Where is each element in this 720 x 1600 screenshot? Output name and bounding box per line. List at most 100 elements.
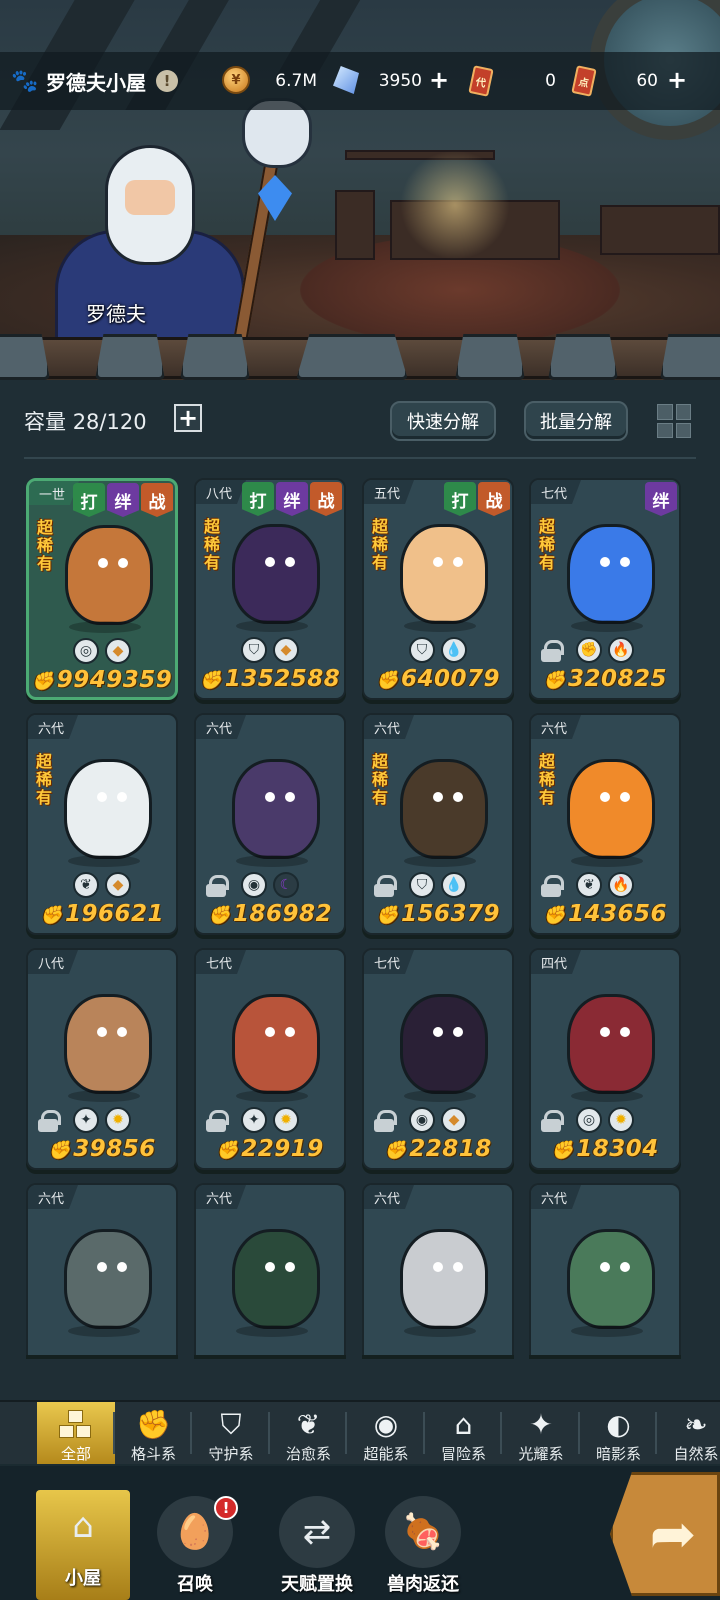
- generation-label: 六代: [531, 715, 582, 739]
- shield-icon: ⛉: [241, 637, 267, 663]
- creature-art: [232, 994, 320, 1094]
- pet-card[interactable]: 一世打绊战超稀有 ◎ ◆ ✊9949359: [26, 478, 178, 700]
- pet-card[interactable]: 六代: [26, 1183, 178, 1355]
- leaf-icon: ❦: [296, 1408, 321, 1441]
- ticket-plus-button[interactable]: +: [664, 66, 690, 94]
- npc-wizard[interactable]: [55, 135, 245, 350]
- nav-label: 小屋: [65, 1568, 101, 1589]
- pet-card[interactable]: 六代: [194, 1183, 346, 1355]
- nature-icon: ❧: [684, 1408, 708, 1441]
- element-icons: ◉ ☾: [196, 872, 344, 898]
- category-tab-1[interactable]: ✊ 格斗系: [115, 1402, 193, 1464]
- category-tab-2[interactable]: ⛉ 守护系: [192, 1402, 270, 1464]
- go-arrow-button[interactable]: ➦: [610, 1472, 720, 1596]
- sun-icon: ✹: [105, 1107, 131, 1133]
- pet-card[interactable]: 七代 ✦ ✹ ✊22919: [194, 948, 346, 1170]
- pet-card[interactable]: 六代 超稀有 ⛉ 💧 ✊156379: [362, 713, 514, 935]
- beast-icon: ◆: [105, 638, 131, 664]
- nav-house[interactable]: ⌂ 小屋: [36, 1490, 130, 1600]
- power-value: ✊1352588: [199, 666, 341, 692]
- creature-art: [232, 759, 320, 859]
- tag-bond: 绊: [107, 483, 139, 517]
- leaf-icon: ❦: [576, 872, 602, 898]
- power-value: ✊320825: [543, 666, 667, 692]
- quick-decompose-button[interactable]: 快速分解: [390, 401, 496, 441]
- capacity-plus-button[interactable]: +: [174, 404, 202, 432]
- generation-label: 八代: [28, 950, 79, 974]
- leaf-icon: ❦: [73, 872, 99, 898]
- shield-icon: ⛉: [409, 637, 435, 663]
- pet-card[interactable]: 四代 ◎ ✹ ✊18304: [529, 948, 681, 1170]
- pet-card[interactable]: 八代 ✦ ✹ ✊39856: [26, 948, 178, 1170]
- pet-card[interactable]: 六代 超稀有 ❦ ◆ ✊196621: [26, 713, 178, 935]
- category-label: 自然系: [673, 1445, 719, 1463]
- pet-card[interactable]: 六代: [529, 1183, 681, 1355]
- pet-card[interactable]: 七代绊超稀有 ✊ 🔥 ✊320825: [529, 478, 681, 700]
- all-blocks-icon: [57, 1406, 95, 1443]
- category-label: 冒险系: [440, 1445, 486, 1463]
- power-value: ✊39856: [48, 1136, 156, 1162]
- crystal-plus-button[interactable]: +: [426, 66, 452, 94]
- ticket-dai-amount: 0: [545, 71, 556, 91]
- house-title-text: 罗德夫小屋: [46, 70, 146, 95]
- creature-art: [567, 994, 655, 1094]
- category-tab-7[interactable]: ◐ 暗影系: [580, 1402, 658, 1464]
- category-label: 光耀系: [518, 1445, 564, 1463]
- pet-card[interactable]: 六代 超稀有 ❦ 🔥 ✊143656: [529, 713, 681, 935]
- category-tab-6[interactable]: ✦ 光耀系: [502, 1402, 580, 1464]
- batch-decompose-button[interactable]: 批量分解: [524, 401, 628, 441]
- arrow-icon: ➦: [649, 1501, 697, 1567]
- sun-icon: ✹: [608, 1107, 634, 1133]
- nav-swap[interactable]: ⇄ 天赋置换: [262, 1496, 372, 1600]
- category-label: 治愈系: [285, 1445, 331, 1463]
- gold-amount: 6.7M: [275, 71, 317, 91]
- creature-art: [232, 1229, 320, 1329]
- category-tab-5[interactable]: ⌂ 冒险系: [425, 1402, 503, 1464]
- category-label: 暗影系: [595, 1445, 641, 1463]
- trait-tags: 绊: [645, 482, 677, 516]
- pet-card[interactable]: 七代 ◉ ◆ ✊22818: [362, 948, 514, 1170]
- power-icon: ✊: [384, 1140, 408, 1161]
- creature-art: [567, 1229, 655, 1329]
- tag-war: 战: [310, 482, 342, 516]
- generation-label: 六代: [531, 1185, 582, 1209]
- star-cross-icon: ✦: [529, 1408, 553, 1441]
- adventure-icon: ⌂: [454, 1408, 473, 1441]
- info-icon[interactable]: !: [156, 70, 178, 92]
- fist-icon: ✊: [576, 637, 602, 663]
- crystal-amount: 3950: [378, 71, 422, 91]
- power-value: ✊22818: [384, 1136, 492, 1162]
- category-tab-8[interactable]: ❧ 自然系: [657, 1402, 720, 1464]
- power-value: ✊186982: [208, 901, 332, 927]
- generation-label: 六代: [28, 1185, 79, 1209]
- nav-meat[interactable]: 🍖 兽肉返还: [373, 1496, 473, 1600]
- nav-label: 召唤: [177, 1574, 213, 1595]
- category-label: 守护系: [208, 1445, 254, 1463]
- generation-label: 五代: [364, 480, 415, 504]
- alien-icon: ◉: [373, 1408, 399, 1441]
- water-icon: 💧: [441, 637, 467, 663]
- pet-card[interactable]: 六代 ◉ ☾ ✊186982: [194, 713, 346, 935]
- creature-art: [65, 525, 153, 625]
- category-label: 超能系: [363, 1445, 409, 1463]
- pet-card[interactable]: 五代 打战超稀有 ⛉ 💧 ✊640079: [362, 478, 514, 700]
- nav-label: 天赋置换: [281, 1574, 353, 1595]
- creature-art: [400, 994, 488, 1094]
- pet-card[interactable]: 八代打绊战超稀有 ⛉ ◆ ✊1352588: [194, 478, 346, 700]
- category-tab-3[interactable]: ❦ 治愈系: [270, 1402, 348, 1464]
- generation-label: 六代: [196, 715, 247, 739]
- super-rare-label: 超稀有: [204, 517, 221, 572]
- power-icon: ✊: [543, 670, 566, 691]
- power-icon: ✊: [40, 905, 63, 926]
- tag-war: 战: [478, 482, 510, 516]
- water-icon: 💧: [441, 872, 467, 898]
- category-tab-4[interactable]: ◉ 超能系: [347, 1402, 425, 1464]
- grid-view-icon[interactable]: [655, 402, 693, 440]
- generation-label: 七代: [364, 950, 415, 974]
- category-tab-0[interactable]: 全部: [37, 1402, 115, 1464]
- power-icon: ✊: [208, 905, 231, 926]
- pet-card[interactable]: 六代: [362, 1183, 514, 1355]
- shield-icon: ⛉: [220, 1407, 242, 1441]
- eye-icon: ◉: [241, 872, 267, 898]
- tag-hit: 打: [73, 483, 105, 517]
